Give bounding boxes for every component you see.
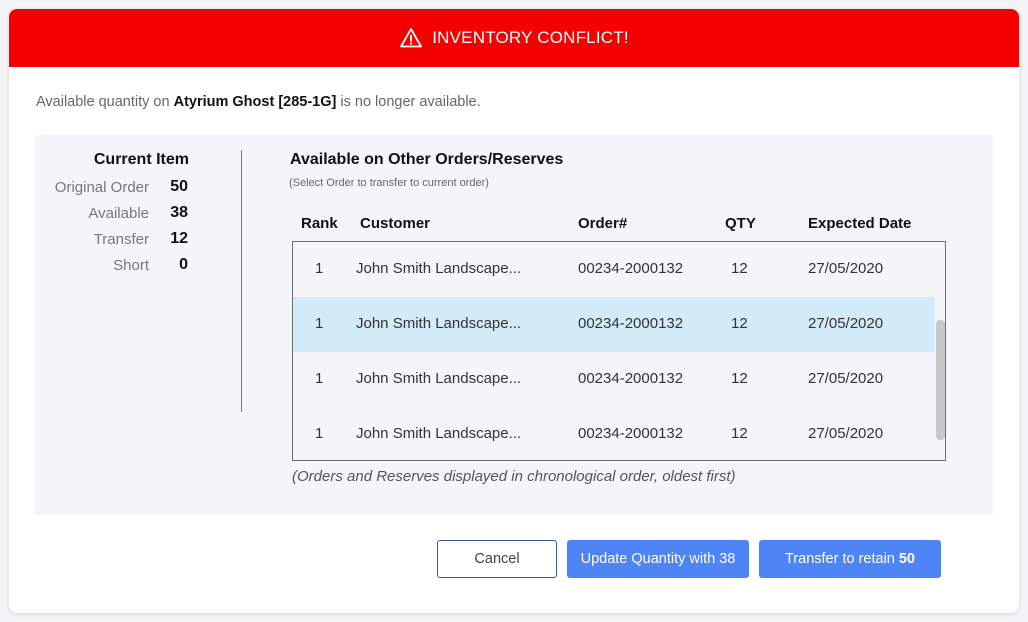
cell-qty: 12	[731, 425, 748, 442]
cell-rank: 1	[315, 315, 324, 332]
current-item-value: 0	[179, 256, 188, 273]
transfer-to-retain-button[interactable]: Transfer to retain 50	[759, 540, 941, 578]
message-prefix: Available quantity on	[36, 94, 170, 110]
message-item-name: Atyrium Ghost [285-1G]	[173, 94, 337, 110]
message-suffix: is no longer available.	[340, 94, 481, 110]
panel-divider	[241, 150, 242, 412]
cell-order: 00234-2000132	[578, 260, 684, 277]
current-item-row-short: Short 0	[35, 256, 235, 279]
cell-qty: 12	[731, 370, 748, 387]
cell-customer: John Smith Landscape...	[356, 425, 522, 442]
cell-date: 27/05/2020	[808, 260, 884, 277]
table-row[interactable]: 1 John Smith Landscape... 00234-2000132 …	[293, 352, 935, 407]
details-panel: Current Item Original Order 50 Available…	[35, 135, 993, 515]
column-header-expected-date: Expected Date	[808, 215, 912, 232]
cell-date: 27/05/2020	[808, 370, 884, 387]
orders-footnote: (Orders and Reserves displayed in chrono…	[292, 468, 736, 485]
current-item-label: Original Order	[54, 179, 149, 196]
other-orders-title: Available on Other Orders/Reserves	[290, 151, 564, 168]
current-item-row-original-order: Original Order 50	[35, 178, 235, 201]
inventory-conflict-dialog: INVENTORY CONFLICT! Available quantity o…	[9, 9, 1019, 613]
cell-order: 00234-2000132	[578, 370, 684, 387]
orders-table[interactable]: 1 John Smith Landscape... 00234-2000132 …	[292, 241, 946, 461]
current-item-value: 12	[170, 230, 188, 247]
cancel-button[interactable]: Cancel	[437, 540, 557, 578]
cell-qty: 12	[731, 260, 748, 277]
conflict-message: Available quantity on Atyrium Ghost [285…	[36, 94, 481, 110]
update-quantity-button[interactable]: Update Quantity with 38	[567, 540, 749, 578]
column-header-customer: Customer	[360, 215, 431, 232]
current-item-label: Available	[88, 205, 149, 222]
cell-customer: John Smith Landscape...	[356, 260, 522, 277]
dialog-header: INVENTORY CONFLICT!	[9, 9, 1019, 67]
current-item-row-available: Available 38	[35, 204, 235, 227]
current-item-row-transfer: Transfer 12	[35, 230, 235, 253]
column-header-qty: QTY	[725, 215, 756, 232]
table-scrollbar[interactable]	[936, 320, 945, 440]
current-item-label: Transfer	[93, 231, 149, 248]
transfer-button-value: 50	[898, 551, 915, 567]
table-row[interactable]: 1 John Smith Landscape... 00234-2000132 …	[293, 407, 935, 460]
current-item-value: 38	[170, 204, 188, 221]
current-item-title: Current Item	[93, 151, 189, 168]
current-item-value: 50	[170, 178, 188, 195]
cell-qty: 12	[731, 315, 748, 332]
cell-rank: 1	[315, 425, 324, 442]
cell-customer: John Smith Landscape...	[356, 370, 522, 387]
current-item-label: Short	[113, 257, 149, 274]
cell-order: 00234-2000132	[578, 425, 684, 442]
table-row[interactable]: 1 John Smith Landscape... 00234-2000132 …	[293, 242, 935, 297]
cell-customer: John Smith Landscape...	[356, 315, 522, 332]
column-header-rank: Rank	[301, 215, 338, 232]
transfer-button-label: Transfer to retain	[784, 551, 895, 567]
other-orders-subtitle: (Select Order to transfer to current ord…	[289, 177, 489, 189]
dialog-title: INVENTORY CONFLICT!	[432, 28, 629, 47]
cell-order: 00234-2000132	[578, 315, 684, 332]
cell-date: 27/05/2020	[808, 315, 884, 332]
warning-triangle-icon	[399, 26, 423, 50]
cell-date: 27/05/2020	[808, 425, 884, 442]
cell-rank: 1	[315, 260, 324, 277]
cell-rank: 1	[315, 370, 324, 387]
table-row-selected[interactable]: 1 John Smith Landscape... 00234-2000132 …	[293, 297, 935, 352]
column-header-order: Order#	[578, 215, 628, 232]
